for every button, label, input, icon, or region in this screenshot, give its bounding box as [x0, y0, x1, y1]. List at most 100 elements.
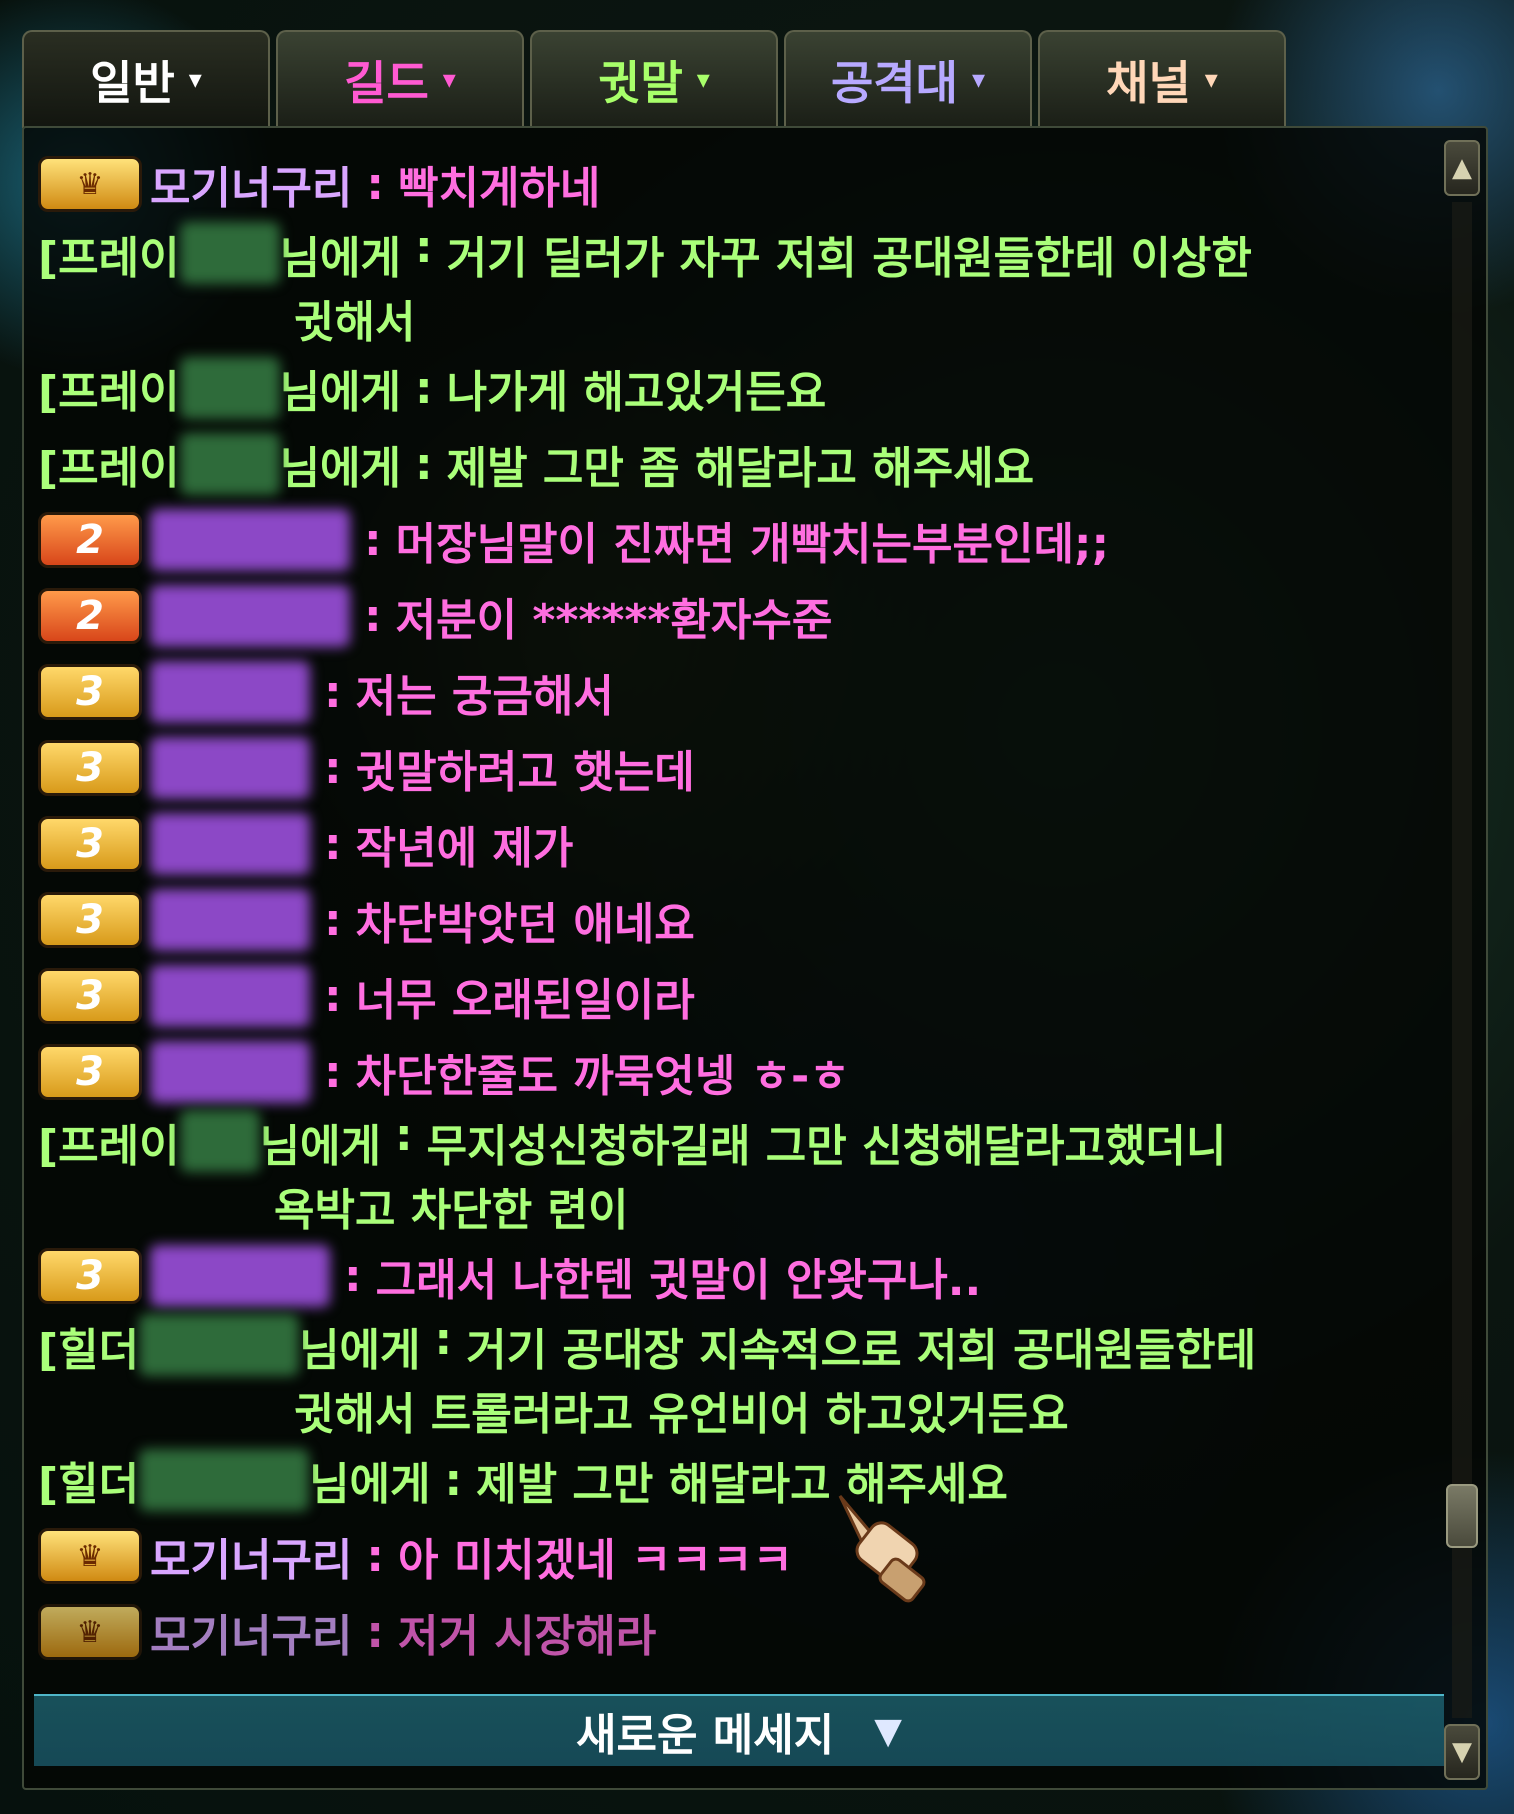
- chat-messages-panel: ♛ 모기너구리 : 빡치게하네 [프레이 님에게 : 거기 딜러가 자꾸 저희 …: [22, 126, 1488, 1790]
- chat-message: ♛ 모기너구리 : 빡치게하네: [38, 146, 1448, 222]
- rank-badge: 3: [38, 1248, 142, 1304]
- chevron-down-icon: ▾: [442, 65, 456, 95]
- scroll-down-button[interactable]: ▼: [1444, 1724, 1480, 1780]
- chevron-down-icon: ▾: [971, 65, 986, 95]
- rank-badge: 2: [38, 588, 142, 644]
- redacted-name: [179, 357, 280, 419]
- separator: :: [324, 1046, 342, 1098]
- new-message-button[interactable]: 새로운 메세지 ▼: [34, 1694, 1444, 1766]
- whisper-prefix: [힐더: [38, 1459, 140, 1510]
- message-text: 거기 딜러가 자꾸 저희 공대원들한테 이상한: [446, 233, 1252, 284]
- whisper-target-suffix: 님에게: [259, 1121, 382, 1172]
- redacted-name: [150, 965, 310, 1027]
- chat-message: 3 : 그래서 나한텐 귓말이 안왓구나..: [38, 1238, 1448, 1314]
- chat-message: 3 : 차단박앗던 애네요: [38, 882, 1448, 958]
- chat-message: 3 : 너무 오래된일이라: [38, 958, 1448, 1034]
- chat-message: ♛ 모기너구리 : 아 미치겠네 ㅋㅋㅋㅋ: [38, 1518, 1448, 1594]
- rank-badge: 3: [38, 892, 142, 948]
- tab-raid[interactable]: 공격대 ▾: [784, 30, 1032, 128]
- message-text: 제발 그만 해달라고 해주세요: [476, 1459, 1008, 1510]
- message-text: 작년에 제가: [355, 823, 574, 874]
- new-message-label: 새로운 메세지: [576, 1710, 835, 1761]
- sender-name[interactable]: 모기너구리: [150, 1600, 352, 1664]
- message-list: ♛ 모기너구리 : 빡치게하네 [프레이 님에게 : 거기 딜러가 자꾸 저희 …: [38, 146, 1448, 1670]
- sender-name[interactable]: 모기너구리: [150, 1524, 352, 1588]
- chat-window: 일반 ▾ 길드 ▾ 귓말 ▾ 공격대 ▾ 채널 ▾ ♛ 모기너구리 : 빡치게하…: [22, 30, 1488, 1790]
- separator: :: [415, 222, 433, 273]
- separator: :: [324, 970, 342, 1022]
- rank-badge: 3: [38, 740, 142, 796]
- tab-channel[interactable]: 채널 ▾: [1038, 30, 1286, 128]
- chevron-down-icon: ▾: [1204, 65, 1218, 95]
- chat-message: 3 : 차단한줄도 까묵엇넹 ㅎ-ㅎ: [38, 1034, 1448, 1110]
- separator: :: [434, 1314, 453, 1365]
- message-text: 너무 오래된일이라: [355, 975, 695, 1026]
- chat-tabs: 일반 ▾ 길드 ▾ 귓말 ▾ 공격대 ▾ 채널 ▾: [22, 30, 1318, 128]
- separator: :: [366, 1606, 385, 1658]
- message-text: 저는 궁금해서: [355, 671, 614, 722]
- whisper-target-suffix: 님에게: [279, 233, 402, 284]
- redacted-name: [179, 222, 280, 284]
- whisper-prefix: [프레이: [38, 1121, 180, 1172]
- separator: :: [324, 818, 342, 870]
- redacted-name: [139, 1314, 300, 1376]
- redacted-name: [139, 1449, 310, 1511]
- whisper-target-suffix: 님에게: [279, 443, 402, 494]
- separator: :: [415, 362, 433, 414]
- message-text: 머장님말이 진짜면 개빡치는부분인데;;: [395, 519, 1110, 570]
- chat-message: [프레이 님에게 : 거기 딜러가 자꾸 저희 공대원들한테 이상한 귓해서: [38, 222, 1448, 350]
- redacted-name: [150, 1245, 330, 1307]
- message-continuation: 귓해서 트롤러라고 유언비어 하고있거든요: [294, 1389, 1069, 1440]
- tab-guild[interactable]: 길드 ▾: [276, 30, 524, 128]
- separator: :: [444, 1454, 463, 1506]
- rank-badge: 2: [38, 512, 142, 568]
- chat-message: 3 : 저는 궁금해서: [38, 654, 1448, 730]
- separator: :: [395, 1110, 413, 1161]
- separator: :: [415, 438, 433, 490]
- arrow-down-icon: ▼: [874, 1710, 902, 1752]
- separator: :: [364, 514, 382, 566]
- chat-message: [프레이 님에게 : 나가게 해고있거든요: [38, 350, 1448, 426]
- chat-message: 2 : 머장님말이 진짜면 개빡치는부분인데;;: [38, 502, 1448, 578]
- tab-general[interactable]: 일반 ▾: [22, 30, 270, 128]
- message-text: 무지성신청하길래 그만 신청해달라고했더니: [426, 1121, 1227, 1172]
- whisper-prefix: [프레이: [38, 367, 180, 418]
- sender-name[interactable]: 모기너구리: [150, 152, 352, 216]
- whisper-prefix: [프레이: [38, 233, 180, 284]
- whisper-target-suffix: 님에게: [279, 367, 402, 418]
- separator: :: [366, 1530, 385, 1582]
- redacted-name: [150, 813, 310, 875]
- rank-badge: 3: [38, 664, 142, 720]
- message-text: 저거 시장해라: [398, 1611, 657, 1662]
- separator: :: [324, 894, 342, 946]
- tab-whisper[interactable]: 귓말 ▾: [530, 30, 778, 128]
- tab-label: 공격대: [830, 56, 958, 110]
- redacted-name: [150, 889, 310, 951]
- message-text: 빡치게하네: [398, 163, 601, 214]
- chat-message: [프레이 님에게 : 제발 그만 좀 해달라고 해주세요: [38, 426, 1448, 502]
- scroll-up-button[interactable]: ▲: [1444, 140, 1480, 196]
- chat-scrollbar[interactable]: ▲ ▼: [1444, 140, 1480, 1780]
- message-text: 제발 그만 좀 해달라고 해주세요: [446, 443, 1035, 494]
- message-text: 아 미치겠네 ㅋㅋㅋㅋ: [398, 1535, 793, 1586]
- separator: :: [344, 1250, 362, 1302]
- chat-message: 3 : 작년에 제가: [38, 806, 1448, 882]
- message-text: 차단박앗던 애네요: [355, 899, 695, 950]
- separator: :: [324, 742, 342, 794]
- message-continuation: 욕박고 차단한 련이: [274, 1185, 629, 1236]
- chat-message: [프레이 님에게 : 무지성신청하길래 그만 신청해달라고했더니 욕박고 차단한…: [38, 1110, 1448, 1238]
- separator: :: [324, 666, 342, 718]
- tab-label: 일반: [90, 56, 175, 110]
- redacted-name: [150, 661, 310, 723]
- chevron-down-icon: ▾: [696, 65, 710, 95]
- tab-label: 채널: [1106, 56, 1191, 110]
- chat-message: 2 : 저분이 ******환자수준: [38, 578, 1448, 654]
- chat-message: 3 : 귓말하려고 햇는데: [38, 730, 1448, 806]
- whisper-prefix: [프레이: [38, 443, 180, 494]
- separator: :: [364, 590, 382, 642]
- crown-icon: ♛: [38, 156, 142, 212]
- scroll-thumb[interactable]: [1446, 1484, 1478, 1548]
- chat-message: ♛ 모기너구리 : 저거 시장해라: [38, 1594, 1448, 1670]
- tab-label: 길드: [344, 56, 429, 110]
- whisper-target-suffix: 님에게: [309, 1459, 431, 1510]
